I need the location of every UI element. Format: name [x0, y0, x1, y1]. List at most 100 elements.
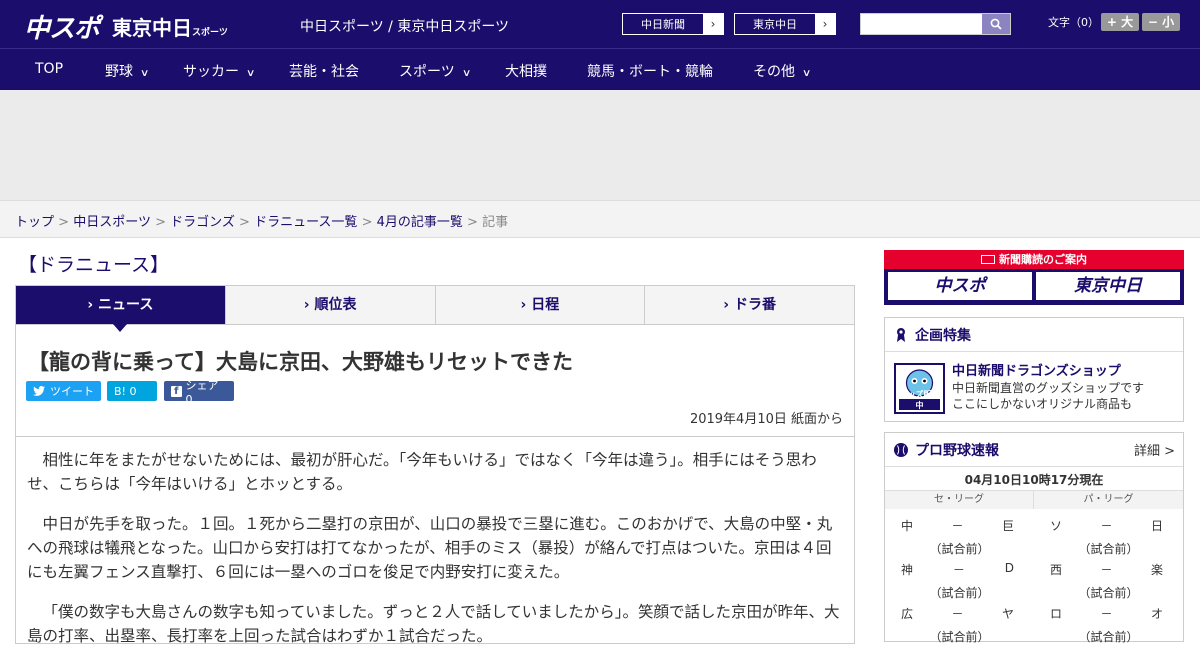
tab-bar: › ニュース › 順位表 › 日程 › ドラ番 — [15, 285, 855, 332]
nav-item-other[interactable]: その他 ∨ — [753, 61, 811, 81]
shop-image-label: グッズ販売中 — [899, 390, 940, 410]
tab-schedule[interactable]: › 日程 — [434, 286, 645, 324]
special-feature-panel: 企画特集 グッズ販売中 中日新聞ドラゴンズショップ 中日新聞直営のグッズショップ… — [884, 317, 1184, 422]
nav-label: サッカー — [183, 64, 239, 80]
breadcrumb-separator: > — [467, 215, 478, 230]
subscription-banner[interactable]: 新聞購読のご案内 中スポ 東京中日 — [884, 250, 1184, 305]
game-status: （試合前） — [929, 630, 990, 644]
nav-label: スポーツ — [399, 64, 455, 80]
shop-desc-line: 中日新聞直営のグッズショップです — [952, 381, 1145, 395]
article-paragraph: 相性に年をまたがせないためには、最初が肝心だ。「今年もいける」ではなく「今年は違… — [27, 451, 817, 493]
team-home: 中 — [901, 519, 914, 533]
breadcrumb-link[interactable]: 中日スポーツ — [73, 215, 151, 230]
tab-label: ドラ番 — [733, 297, 776, 313]
team-away: 巨 — [1001, 519, 1014, 533]
ticket-icon — [981, 255, 995, 264]
hatena-label: B! 0 — [114, 384, 137, 398]
nav-item-entertainment[interactable]: 芸能・社会 — [289, 61, 359, 81]
game-score: － — [952, 563, 965, 577]
game-score: － — [951, 607, 964, 621]
dragons-shop-title[interactable]: 中日新聞ドラゴンズショップ — [952, 360, 1121, 379]
pacific-league-label: パ・リーグ — [1034, 491, 1183, 509]
search-icon — [990, 18, 1002, 30]
score-details-link[interactable]: 詳細 > — [1134, 440, 1175, 459]
game-card[interactable]: ソ－日（試合前） — [1034, 511, 1183, 556]
tab-doraban[interactable]: › ドラ番 — [644, 286, 854, 324]
nav-item-soccer[interactable]: サッカー ∨ — [183, 61, 256, 81]
chunichi-shimbun-link[interactable]: 中日新聞 › — [622, 13, 724, 35]
article-paragraph: 中日が先手を取った。１回。１死から二塁打の京田が、山口の暴投で三塁に進む。このお… — [27, 515, 833, 581]
team-away: ヤ — [1001, 607, 1014, 621]
subscription-banner-label: 新聞購読のご案内 — [999, 253, 1087, 266]
ribbon-icon — [897, 327, 905, 342]
facebook-share-button[interactable]: f シェア 0 — [164, 379, 234, 406]
nav-label: 野球 — [105, 64, 133, 80]
nav-label: その他 — [753, 64, 795, 80]
dragons-shop-image[interactable]: グッズ販売中 — [894, 363, 945, 414]
game-status: （試合前） — [1078, 630, 1139, 644]
tokyo-chunichi-subscribe-logo[interactable]: 東京中日 — [1036, 272, 1180, 300]
tokyo-chunichi-logo[interactable]: 東京中日スポーツ — [112, 12, 228, 41]
nav-item-racing[interactable]: 競馬・ボート・競輪 — [587, 61, 713, 81]
subscription-logos: 中スポ 東京中日 — [884, 269, 1184, 303]
team-away: 楽 — [1150, 563, 1163, 577]
chevron-down-icon: ∨ — [139, 68, 150, 79]
chevron-right-icon: › — [723, 297, 734, 313]
paper-link-label: 中日新聞 — [641, 18, 685, 31]
game-card[interactable]: 中－巨（試合前） — [885, 511, 1034, 556]
tokyo-chunichi-link[interactable]: 東京中日 › — [734, 13, 836, 35]
site-title: 中日スポーツ / 東京中日スポーツ — [300, 19, 510, 35]
game-card[interactable]: 西－楽（試合前） — [1034, 555, 1183, 600]
chuspo-subscribe-logo[interactable]: 中スポ — [888, 272, 1032, 300]
tokyo-logo-text: 東京中日 — [112, 16, 192, 40]
score-updated-time: 04月10日10時17分現在 — [885, 469, 1183, 491]
game-card[interactable]: 神－ D （試合前） — [885, 555, 1034, 600]
baseball-icon — [894, 442, 908, 457]
nav-label: TOP — [35, 61, 64, 77]
chevron-down-icon: ∨ — [245, 68, 256, 79]
breadcrumb-link[interactable]: ドラゴンズ — [170, 215, 235, 230]
breadcrumb-link[interactable]: ドラニュース一覧 — [254, 215, 357, 230]
nav-label: 競馬・ボート・競輪 — [587, 64, 713, 80]
shop-desc-line: ここにしかないオリジナル商品も — [952, 397, 1133, 411]
tab-standings[interactable]: › 順位表 — [224, 286, 435, 324]
breadcrumb-link[interactable]: 4月の記事一覧 — [377, 215, 463, 230]
ad-area — [0, 90, 1200, 200]
section-title: 【ドラニュース】 — [18, 254, 170, 276]
tweet-button[interactable]: ツイート — [26, 381, 101, 401]
nav-item-sumo[interactable]: 大相撲 — [505, 61, 547, 81]
paper-link-label: 東京中日 — [753, 18, 797, 31]
font-smaller-button[interactable]: − 小 — [1142, 13, 1180, 31]
team-away: オ — [1150, 607, 1163, 621]
game-card[interactable]: 広 － ヤ （試合前） — [885, 599, 1034, 644]
font-larger-button[interactable]: + 大 — [1101, 13, 1139, 31]
breadcrumb-separator: > — [239, 215, 250, 230]
breadcrumb-separator: > — [58, 215, 70, 230]
team-home: 広 — [901, 607, 914, 621]
chevron-right-icon: › — [303, 297, 315, 313]
chuspo-logo[interactable]: 中スポ — [24, 8, 100, 45]
chevron-right-icon: › — [815, 14, 835, 34]
publish-date: 2019年4月10日 紙面から — [689, 412, 843, 427]
tab-news[interactable]: › ニュース — [16, 286, 225, 332]
article: 【龍の背に乗って】大島に京田、大野雄もリセットできた ツイート B! 0 f シ… — [15, 324, 855, 645]
team-away: 日 — [1150, 519, 1163, 533]
nav-item-sports[interactable]: スポーツ ∨ — [399, 61, 472, 81]
dragons-shop-description: 中日新聞直営のグッズショップです ここにしかないオリジナル商品も — [952, 380, 1144, 412]
hatena-button[interactable]: B! 0 — [107, 381, 157, 401]
nav-item-top[interactable]: TOP — [35, 61, 63, 77]
search-input[interactable] — [860, 13, 1011, 35]
breadcrumb-link[interactable]: トップ — [15, 215, 54, 230]
breadcrumb-current: 記事 — [482, 215, 509, 230]
tokyo-logo-small: スポーツ — [192, 28, 228, 38]
game-card[interactable]: ロ － オ （試合前） — [1034, 599, 1183, 644]
subscription-banner-head: 新聞購読のご案内 — [884, 250, 1184, 269]
chevron-down-icon: ∨ — [461, 68, 472, 79]
top-header: 中スポ 東京中日スポーツ 中日スポーツ / 東京中日スポーツ 中日新聞 › 東京中… — [0, 0, 1200, 48]
tab-label: 順位表 — [314, 297, 357, 313]
main-nav: TOP 野球 ∨ サッカー ∨ 芸能・社会 スポーツ ∨ 大相撲 競馬・ボート・競輪 … — [0, 48, 1200, 90]
breadcrumb-separator: > — [155, 215, 166, 230]
nav-item-baseball[interactable]: 野球 ∨ — [105, 61, 150, 81]
facebook-share-label: シェア 0 — [185, 378, 219, 406]
search-button[interactable] — [982, 14, 1010, 34]
